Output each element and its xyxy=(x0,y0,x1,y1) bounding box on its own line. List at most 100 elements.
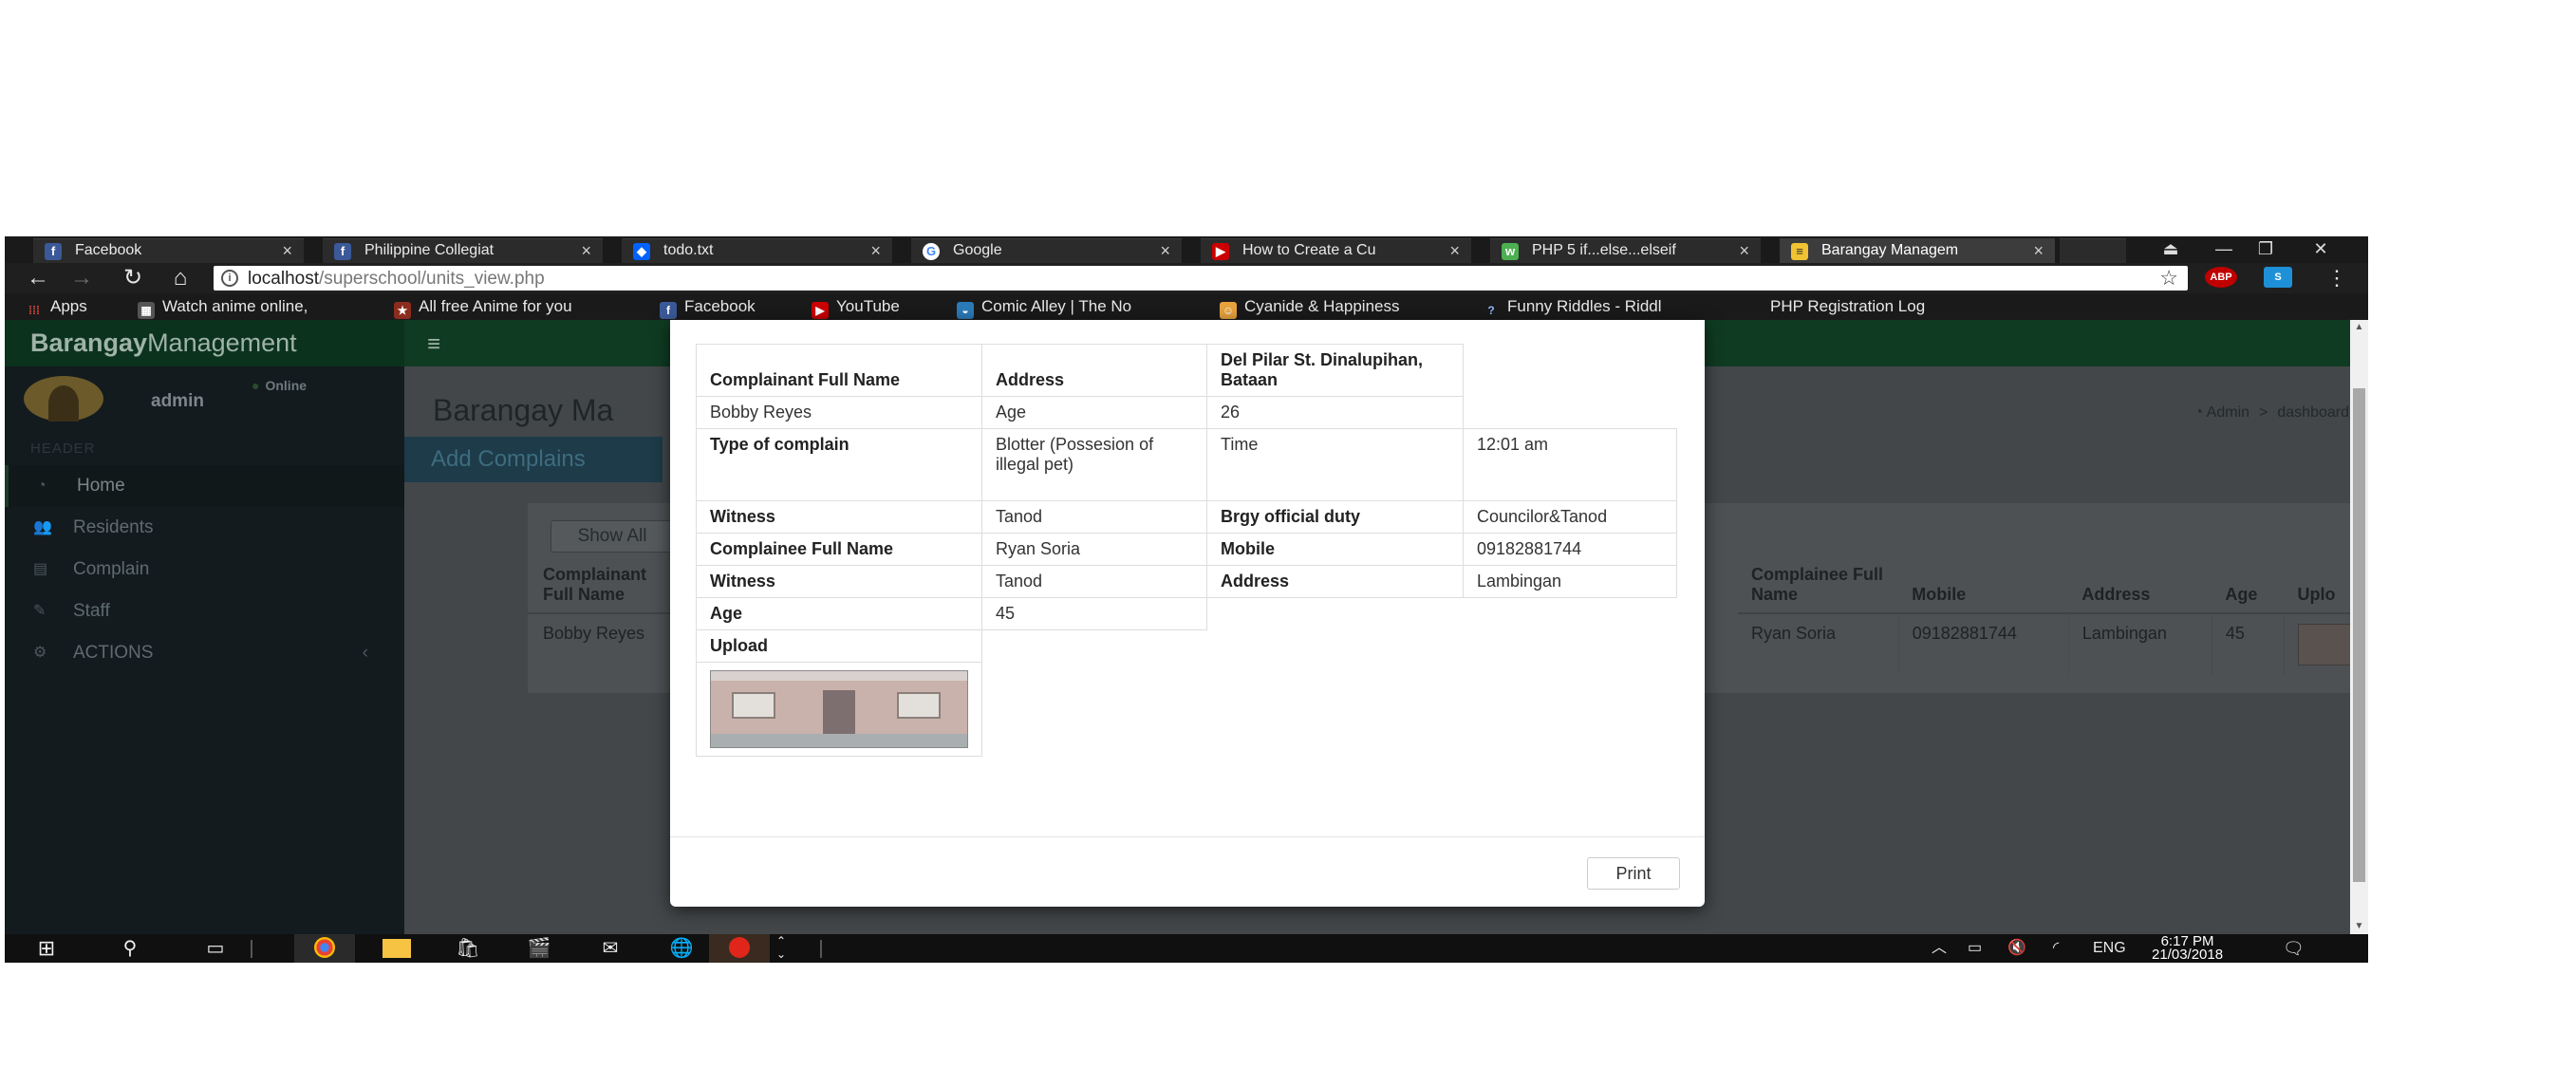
brand-bold: Barangay xyxy=(30,328,148,357)
print-button[interactable]: Print xyxy=(1587,857,1680,890)
scrollbar-thumb[interactable] xyxy=(2353,388,2365,882)
close-tab-icon[interactable]: × xyxy=(870,239,881,262)
new-tab-button[interactable] xyxy=(2060,238,2126,263)
detail-label: Complainee Full Name xyxy=(696,533,982,566)
tab-barangay-management[interactable]: ≡ Barangay Managem × xyxy=(1780,238,2055,263)
chevron-left-icon: ‹ xyxy=(362,643,368,663)
detail-label: Brgy official duty xyxy=(1206,500,1464,534)
scroll-up-icon[interactable]: ▲ xyxy=(2350,320,2368,335)
tab-facebook[interactable]: f Facebook × xyxy=(33,238,304,263)
adblock-icon[interactable]: ABP xyxy=(2205,267,2237,288)
sidebar-item-complain[interactable]: ▤ Complain xyxy=(5,549,404,591)
window-close-icon[interactable]: ✕ xyxy=(2302,236,2340,261)
facebook-icon: f xyxy=(334,243,351,260)
profile-icon[interactable]: ⏏ xyxy=(2152,236,2190,261)
forward-arrow-icon[interactable]: → xyxy=(65,265,98,291)
tab-how-to-create[interactable]: ▶ How to Create a Cu × xyxy=(1201,238,1471,263)
back-arrow-icon[interactable]: ← xyxy=(22,265,54,291)
opera-taskbar-icon[interactable] xyxy=(709,934,770,963)
minimize-icon[interactable]: — xyxy=(2205,236,2243,261)
taskbar-scroll-icon[interactable]: ⌃ ⌄ xyxy=(770,934,793,963)
close-tab-icon[interactable]: × xyxy=(2033,239,2044,262)
hamburger-icon[interactable]: ≡ xyxy=(427,331,440,358)
online-status: ● Online xyxy=(252,378,307,393)
menu-dots-icon[interactable]: ⋮ xyxy=(2321,265,2353,291)
sidebar-item-label: Complain xyxy=(73,559,150,579)
url-input[interactable]: i localhost/superschool/units_view.php ☆ xyxy=(214,266,2188,291)
tab-todo[interactable]: ◆ todo.txt × xyxy=(622,238,892,263)
bookmark-apps[interactable]: ⁞⁞⁞ Apps xyxy=(26,293,87,320)
detail-label: Witness xyxy=(696,565,982,598)
tab-label: Barangay Managem xyxy=(1821,242,1959,258)
bookmark-label: YouTube xyxy=(836,297,900,315)
bookmark-funny-riddles[interactable]: ? Funny Riddles - Riddl xyxy=(1483,293,1720,320)
tab-google[interactable]: G Google × xyxy=(911,238,1182,263)
tab-label: Google xyxy=(953,242,1002,258)
info-icon[interactable]: i xyxy=(221,270,238,287)
wifi-icon[interactable]: ◜ xyxy=(2053,934,2059,963)
windows-start-icon[interactable]: ⊞ xyxy=(16,934,77,963)
facebook-icon: f xyxy=(660,302,677,319)
language-indicator[interactable]: ENG xyxy=(2093,934,2126,963)
sidebar-item-actions[interactable]: ⚙ ACTIONS ‹ xyxy=(5,632,404,674)
clock[interactable]: 6:17 PM 21/03/2018 xyxy=(2152,934,2223,962)
uploaded-photo[interactable] xyxy=(710,670,968,748)
upload-thumbnail[interactable] xyxy=(2297,624,2355,666)
task-view-icon[interactable]: ▭ xyxy=(185,934,246,963)
status-dot-icon: ● xyxy=(252,378,260,393)
close-tab-icon[interactable]: × xyxy=(1739,239,1749,262)
table-row[interactable]: Ryan Soria 09182881744 Lambingan 45 xyxy=(1738,613,2368,675)
complain-table-left: Complainant Full Name Bobby Reyes xyxy=(528,556,670,659)
notifications-icon[interactable]: 🗨 xyxy=(2283,934,2305,963)
sidebar-item-home[interactable]: ◔ Home xyxy=(5,465,404,507)
sidebar-item-residents[interactable]: 👥 Residents xyxy=(5,507,404,549)
search-icon[interactable]: ⚲ xyxy=(100,934,160,963)
battery-icon[interactable]: ▭ xyxy=(1968,934,1982,963)
bookmark-comic-alley[interactable]: ◒ Comic Alley | The No xyxy=(957,293,1194,320)
bookmark-youtube[interactable]: ▶ YouTube xyxy=(812,293,900,320)
restore-icon[interactable]: ❐ xyxy=(2247,236,2285,261)
table-cell: Lambingan xyxy=(2068,613,2212,675)
bookmark-php-registration[interactable]: PHP Registration Log xyxy=(1770,293,1979,320)
taskbar-separator: | xyxy=(249,938,254,959)
breadcrumb-dashboard[interactable]: dashboard xyxy=(2277,404,2349,421)
url-path: /superschool/units_view.php xyxy=(319,269,545,289)
close-tab-icon[interactable]: × xyxy=(282,239,292,262)
bookmark-label: PHP Registration Log xyxy=(1770,297,1926,315)
tab-philippine-collegiate[interactable]: f Philippine Collegiat × xyxy=(323,238,603,263)
add-complains-tab[interactable]: Add Complains xyxy=(404,437,663,482)
brand-logo[interactable]: BarangayManagement xyxy=(5,320,404,366)
chrome-taskbar-icon[interactable] xyxy=(294,934,355,963)
breadcrumb-separator: > xyxy=(2259,404,2268,421)
close-tab-icon[interactable]: × xyxy=(1449,239,1460,262)
address-bar-row: ← → ↻ ⌂ i localhost/superschool/units_vi… xyxy=(5,263,2368,293)
mail-icon[interactable]: ✉ xyxy=(580,934,641,963)
media-app-icon[interactable]: 🎬 xyxy=(509,934,569,963)
close-tab-icon[interactable]: × xyxy=(1160,239,1170,262)
table-row[interactable]: Bobby Reyes xyxy=(528,613,670,659)
dropbox-icon: ◆ xyxy=(633,243,650,260)
bookmark-star-icon[interactable]: ☆ xyxy=(2159,266,2178,291)
sidebar-item-staff[interactable]: ✎ Staff xyxy=(5,591,404,632)
tab-php-if-else[interactable]: w PHP 5 if...else...elseif × xyxy=(1490,238,1761,263)
bookmark-watch-anime[interactable]: ▦ Watch anime online, xyxy=(138,293,356,320)
show-all-button[interactable]: Show All xyxy=(551,520,674,553)
volume-mute-icon[interactable]: 🔇 xyxy=(2007,934,2026,963)
page-icon: ≡ xyxy=(1791,243,1808,260)
dashboard-icon: ◔ xyxy=(2193,404,2207,421)
breadcrumb-admin[interactable]: Admin xyxy=(2207,404,2249,421)
sidebar: admin ● Online HEADER ◔ Home 👥 Residents ▤ C… xyxy=(5,366,404,934)
reload-icon[interactable]: ↻ xyxy=(117,265,149,291)
page-scrollbar[interactable]: ▲ ▼ xyxy=(2350,320,2368,934)
tray-chevron-up-icon[interactable]: ︿ xyxy=(1932,934,1947,963)
bookmark-cyanide[interactable]: ☺ Cyanide & Happiness xyxy=(1220,293,1447,320)
file-explorer-icon[interactable] xyxy=(366,934,427,963)
bookmark-facebook[interactable]: f Facebook xyxy=(660,293,756,320)
globe-app-icon[interactable]: 🌐 xyxy=(651,934,712,963)
home-icon[interactable]: ⌂ xyxy=(164,265,196,291)
store-icon[interactable]: 🛍 xyxy=(438,934,498,963)
close-tab-icon[interactable]: × xyxy=(581,239,591,262)
scroll-down-icon[interactable]: ▼ xyxy=(2350,919,2368,934)
skype-icon[interactable]: S xyxy=(2264,267,2292,288)
bookmark-all-free-anime[interactable]: ★ All free Anime for you xyxy=(394,293,641,320)
